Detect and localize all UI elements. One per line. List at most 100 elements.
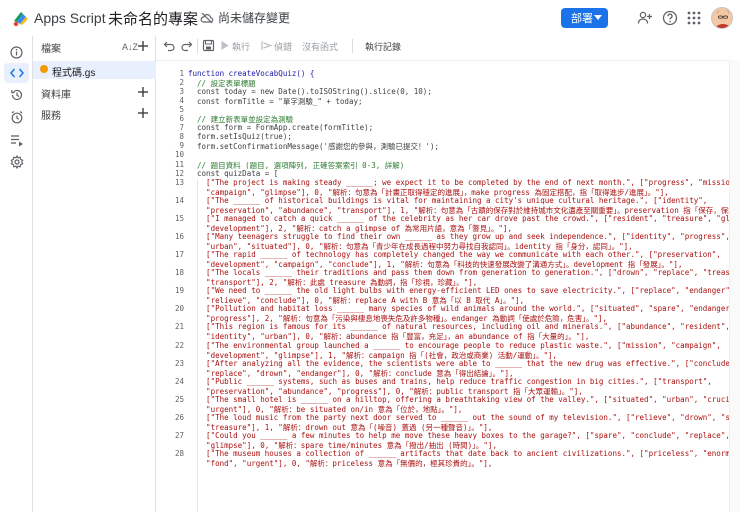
line-number: 13 [174,177,184,187]
files-panel: 檔案 A↓Z 程式碼.gs 資料庫 服務 [33,36,156,512]
run-play-icon[interactable] [218,39,231,52]
history-clock-icon [10,89,22,100]
rail-execution-list[interactable] [8,131,25,148]
libraries-label: 資料庫 [41,89,71,101]
project-title[interactable]: 未命名的專案 [108,8,198,29]
apps-script-logo-icon[interactable] [12,9,30,27]
line-number: 28 [174,449,184,459]
deploy-button[interactable]: 部署 [561,8,608,28]
line-number: 27 [174,431,184,440]
chevron-down-icon [594,15,602,20]
code-line: ["The loud music from the party next doo… [188,412,740,422]
deploy-label: 部署 [571,13,593,25]
line-number: 20 [174,304,184,314]
file-item-code-gs[interactable]: 程式碼.gs [33,61,156,79]
playlist-play-icon [10,134,23,146]
code-line: const formTitle = "單字測驗_" + today; [188,97,363,107]
code-line: ["We need to ______ the old light bulbs … [188,286,735,296]
debug-button[interactable]: 偵錯 [274,40,292,53]
alarm-clock-icon [11,110,22,123]
rail-executions[interactable] [8,108,25,125]
line-number: 12 [174,168,184,178]
code-editor[interactable]: 1 function createVocabQuiz() {2 // 設定表單標題… [156,60,740,512]
services-section: 服務 [33,105,156,123]
code-line: ["This region is famous for its ______ o… [188,322,730,332]
code-line: ["Could you ______ a few minutes to help… [188,431,730,440]
code-line: ["The locals ______ their traditions and… [188,268,740,278]
code-line: const form = FormApp.create(formTitle); [188,123,374,133]
editor-scrollbar[interactable] [729,60,740,512]
line-number: 15 [174,213,184,223]
avatar-image-icon [715,9,731,28]
code-line: "fond", "urgent"], 0, "解析：priceless 意為「無… [188,459,493,469]
code-line: const quizData = [ [188,168,279,178]
code-line: form.setIsQuiz(true); [188,132,292,142]
code-line: ["Pollution and habitat loss ______ many… [188,304,739,314]
code-line: ["Many teenagers struggle to find their … [188,231,730,241]
run-button[interactable]: 執行 [232,40,250,53]
code-line: ["The project is making steady ______; w… [188,177,740,187]
code-line: ["Public ______ systems, such as buses a… [188,376,712,386]
line-number: 2 [179,78,184,88]
code-line: ["I managed to catch a quick ______ of t… [188,213,740,223]
avatar[interactable] [711,7,733,29]
code-line: ["The museum houses a collection of ____… [188,449,740,459]
code-line: ["The ______ of historical buildings is … [188,195,708,205]
gear-icon [10,154,23,169]
line-number: 5 [179,105,184,115]
debug-icon[interactable] [260,39,273,52]
add-person-icon[interactable] [637,10,653,26]
rail-editor[interactable] [4,63,29,83]
editor-toolbar: 執行 偵錯 沒有函式 執行記錄 [156,36,740,56]
help-icon[interactable] [662,10,678,26]
add-library-icon[interactable] [136,85,150,99]
unsaved-dot-icon [40,65,48,73]
line-number: 8 [179,132,184,142]
code-line: form.setConfirmationMessage('感謝您的參與，測驗已提… [188,142,440,152]
execution-log-button[interactable]: 執行記錄 [365,40,401,53]
line-number: 19 [174,286,184,296]
rail-triggers[interactable] [8,86,25,103]
line-number: 17 [174,250,184,259]
cloud-off-icon [200,12,214,23]
line-number: 3 [179,87,184,97]
line-number: 7 [179,123,184,133]
line-number: 10 [174,150,184,160]
line-number: 14 [174,195,184,205]
line-number: 11 [174,159,184,169]
add-service-icon[interactable] [136,106,150,120]
line-number: 9 [179,141,184,151]
services-label: 服務 [41,110,61,122]
save-status-text: 尚未儲存變更 [218,11,291,25]
code-line: ["The environmental group launched a ___… [188,340,721,350]
info-icon [10,46,23,59]
add-file-icon[interactable] [136,39,150,53]
line-number: 26 [174,412,184,422]
code-line: ["The rapid ______ of technology has com… [188,250,721,259]
save-status: 尚未儲存變更 [200,9,290,26]
toolbar-divider [352,39,353,53]
line-number: 25 [174,394,184,404]
files-section-header: 檔案 A↓Z [33,38,156,56]
code-line: function createVocabQuiz() { [188,69,315,78]
line-number: 24 [174,376,184,386]
libraries-section: 資料庫 [33,84,156,102]
top-bar: Apps Script 未命名的專案 尚未儲存變更 部署 [0,0,740,36]
app-name[interactable]: Apps Script [34,10,106,26]
undo-icon[interactable] [163,39,176,52]
rail-overview[interactable] [8,44,25,61]
line-number: 1 [179,69,184,78]
apps-grid-icon[interactable] [686,10,702,26]
line-number: 22 [174,340,184,350]
code-line: ["After analyzing all the evidence, the … [188,358,739,368]
line-number: 4 [179,96,184,106]
code-line: const today = new Date().toISOString().s… [188,87,432,97]
line-number: 21 [174,322,184,332]
function-select[interactable]: 沒有函式 [302,40,338,53]
files-label: 檔案 [41,43,61,55]
rail-settings[interactable] [8,153,25,170]
save-icon[interactable] [202,39,215,52]
redo-icon[interactable] [180,39,193,52]
line-number: 6 [179,114,184,124]
line-number: 16 [174,231,184,241]
